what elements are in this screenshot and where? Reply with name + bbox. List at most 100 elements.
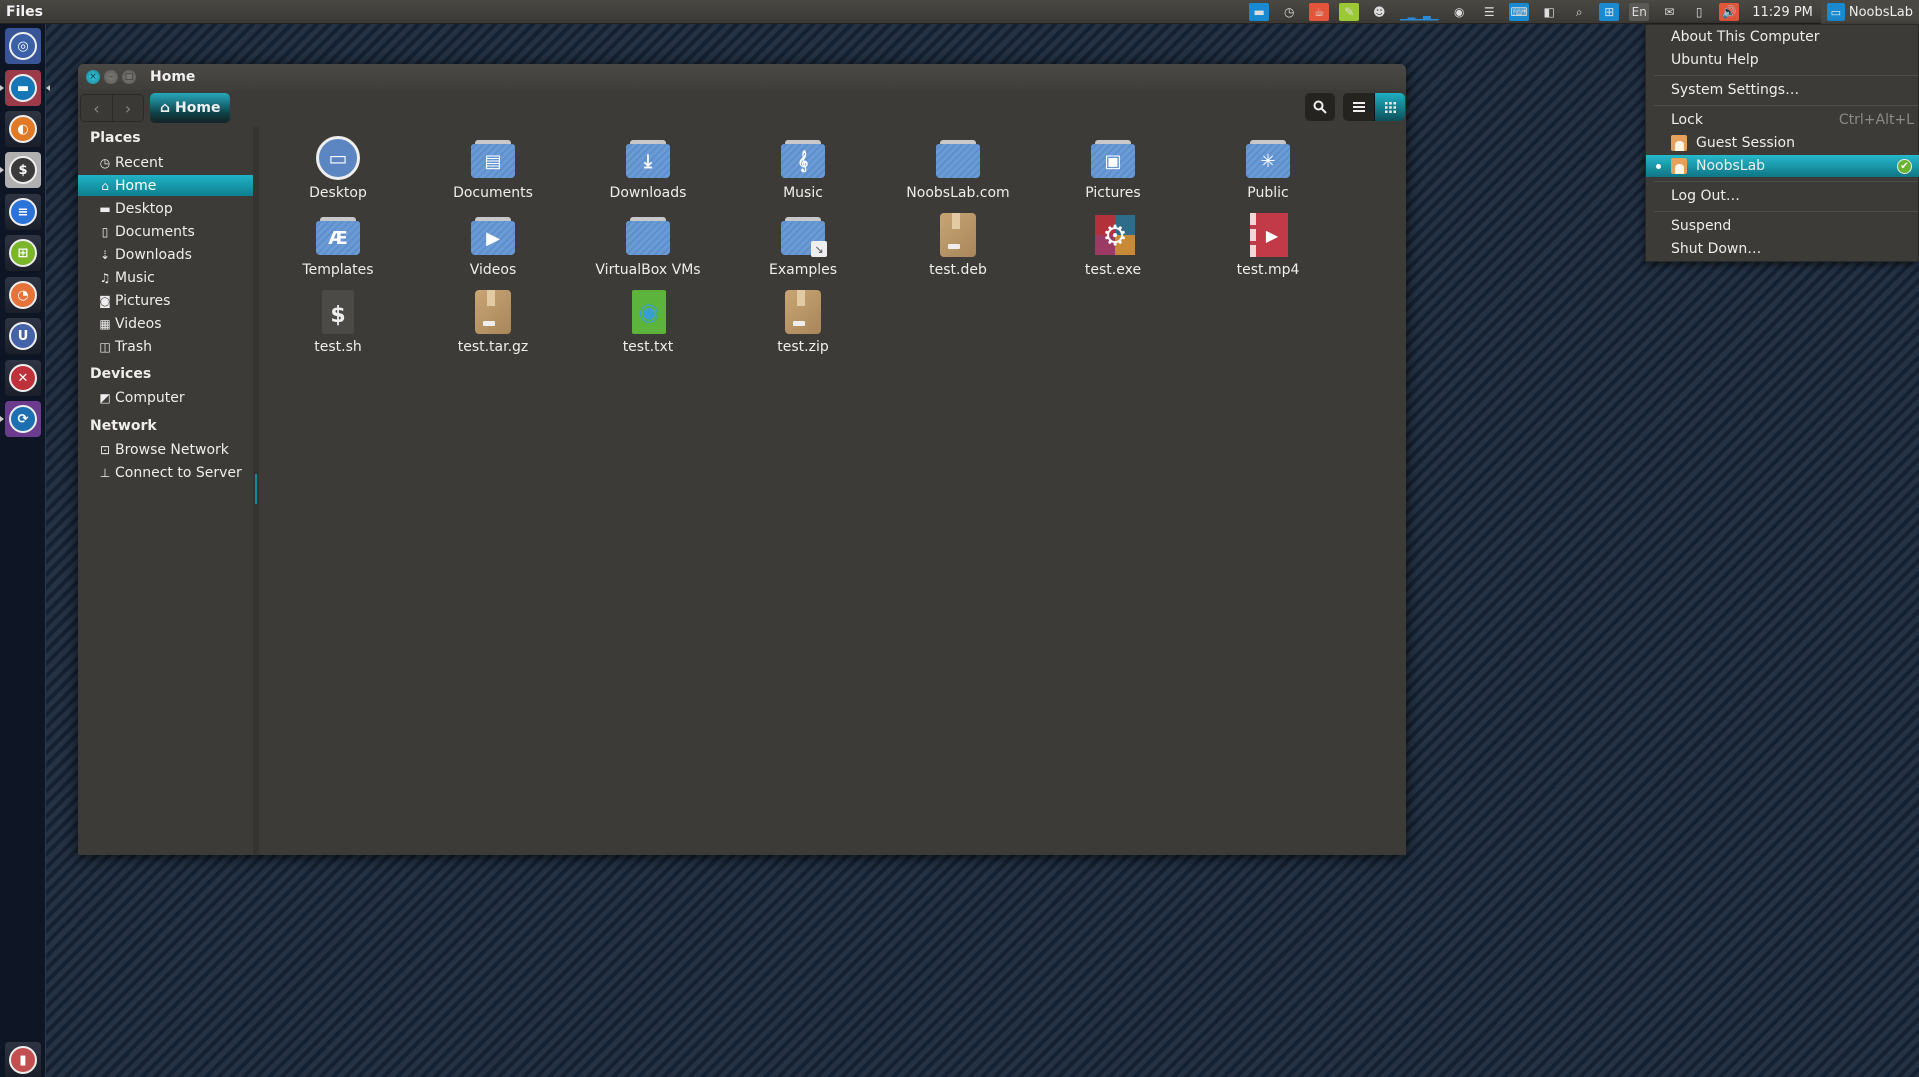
- video-file-icon: ▶: [1250, 213, 1288, 257]
- file-label: test.tar.gz: [457, 339, 529, 355]
- indicator-eye-indicator[interactable]: ◉: [1444, 0, 1474, 24]
- file-item[interactable]: 𝄞 Music: [733, 134, 873, 201]
- launcher-item-update-manager[interactable]: ⟳: [0, 401, 41, 437]
- sidebar-item-videos[interactable]: ▦ Videos: [78, 313, 253, 334]
- launcher-item-calc-app[interactable]: ⊞: [5, 235, 41, 271]
- file-item[interactable]: ↘ Examples: [733, 211, 873, 278]
- indicator-sound-indicator[interactable]: 🔊: [1714, 0, 1744, 24]
- sidebar-item-downloads[interactable]: ⇣ Downloads: [78, 244, 253, 265]
- folder-emblem: ▣: [1091, 144, 1135, 178]
- file-item[interactable]: Æ Templates: [268, 211, 408, 278]
- maximize-button[interactable]: □: [122, 70, 136, 84]
- system-monitor-graph-icon: ▁▂▁▃▁: [1399, 10, 1439, 21]
- launcher-item-dash-home[interactable]: ◎: [5, 28, 41, 64]
- indicator-menu-list-indicator[interactable]: ☰: [1474, 0, 1504, 24]
- file-item[interactable]: ▣ Pictures: [1043, 134, 1183, 201]
- forward-button[interactable]: ›: [112, 95, 143, 121]
- indicator-pidgin-indicator[interactable]: ☻: [1364, 0, 1394, 24]
- launcher-item-software-center[interactable]: U: [5, 318, 41, 354]
- indicator-search-indicator[interactable]: ⌕: [1564, 0, 1594, 24]
- indicator-clock-indicator[interactable]: ◷: [1274, 0, 1304, 24]
- launcher-item-terminal-app[interactable]: $: [0, 152, 41, 188]
- indicator-system-monitor-graph[interactable]: ▁▂▁▃▁: [1394, 0, 1444, 24]
- menu-item-guest-session[interactable]: Guest Session: [1646, 132, 1919, 154]
- file-label: test.txt: [622, 339, 674, 355]
- close-button[interactable]: ×: [86, 70, 100, 84]
- indicator-battery-indicator[interactable]: ▯: [1684, 0, 1714, 24]
- launcher-item-system-settings[interactable]: ✕: [5, 360, 41, 396]
- launcher-item-trash[interactable]: ▮: [5, 1042, 41, 1077]
- file-icon-wrapper: $: [314, 288, 362, 336]
- sidebar-scrollbar[interactable]: [255, 474, 257, 504]
- indicator-notes-indicator[interactable]: ✎: [1334, 0, 1364, 24]
- sidebar-item-home[interactable]: ⌂ Home: [78, 175, 253, 196]
- sidebar-item-pictures[interactable]: ◙ Pictures: [78, 290, 253, 311]
- launcher-item-writer-app[interactable]: ≡: [5, 194, 41, 230]
- folder-icon: ✳: [1246, 140, 1290, 178]
- file-item[interactable]: test.zip: [733, 288, 873, 355]
- indicator-network-indicator[interactable]: ⊞: [1594, 0, 1624, 24]
- menu-item-log-out[interactable]: Log Out…: [1646, 185, 1919, 207]
- indicator-files-indicator[interactable]: ▬: [1244, 0, 1274, 24]
- sidebar-item-desktop[interactable]: ▬ Desktop: [78, 198, 253, 219]
- home-icon: ⌂: [160, 100, 171, 116]
- path-bar-home-button[interactable]: ⌂ Home: [150, 93, 231, 123]
- folder-link-icon: ↘: [781, 217, 827, 257]
- file-item[interactable]: ▤ Documents: [423, 134, 563, 201]
- menu-item-shut-down[interactable]: Shut Down…: [1646, 238, 1919, 260]
- network-icon: ⊡: [99, 442, 111, 457]
- sidebar-item-documents[interactable]: ▯ Documents: [78, 221, 253, 242]
- launcher-item-firefox-app[interactable]: ◐: [5, 111, 41, 147]
- search-button[interactable]: [1305, 93, 1335, 121]
- clock-indicator[interactable]: 11:29 PM: [1744, 5, 1821, 20]
- camera-icon: ◙: [99, 293, 111, 308]
- file-item[interactable]: ✳ Public: [1198, 134, 1338, 201]
- back-button[interactable]: ‹: [81, 95, 112, 121]
- menu-item-noobslab[interactable]: NoobsLab ✔: [1646, 155, 1919, 177]
- disk-indicator-icon: ◧: [1543, 5, 1555, 19]
- file-item[interactable]: ◉ test.txt: [578, 288, 718, 355]
- sidebar-item-recent[interactable]: ◷ Recent: [78, 152, 253, 173]
- user-indicator[interactable]: ▭ NoobsLab: [1820, 0, 1919, 24]
- list-view-button[interactable]: [1343, 93, 1374, 121]
- menu-item-suspend[interactable]: Suspend: [1646, 215, 1919, 237]
- zip-archive-icon: [785, 290, 821, 334]
- menu-item-about-this-computer[interactable]: About This Computer: [1646, 26, 1919, 48]
- file-item[interactable]: test.tar.gz: [423, 288, 563, 355]
- folder-emblem: [626, 221, 670, 255]
- sidebar-item-browse-network[interactable]: ⊡ Browse Network: [78, 439, 253, 460]
- sidebar-item-trash[interactable]: ◫ Trash: [78, 336, 253, 357]
- launcher-item-files-app[interactable]: ▬: [0, 70, 50, 106]
- menu-item-ubuntu-help[interactable]: Ubuntu Help: [1646, 49, 1919, 71]
- file-item[interactable]: ▶ test.mp4: [1198, 211, 1338, 278]
- indicator-disk-indicator[interactable]: ◧: [1534, 0, 1564, 24]
- sidebar-item-connect-to-server[interactable]: ⊥ Connect to Server: [78, 462, 253, 483]
- file-item[interactable]: VirtualBox VMs: [578, 211, 718, 278]
- file-item[interactable]: ⤓ Downloads: [578, 134, 718, 201]
- indicator-caffeine-indicator[interactable]: ☕: [1304, 0, 1334, 24]
- title-bar[interactable]: × – □ Home: [78, 64, 1406, 90]
- sidebar-item-music[interactable]: ♫ Music: [78, 267, 253, 288]
- file-item[interactable]: ▭ Desktop: [268, 134, 408, 201]
- minimize-button[interactable]: –: [104, 70, 118, 84]
- indicator-mail-indicator[interactable]: ✉: [1654, 0, 1684, 24]
- file-item[interactable]: ⚙ test.exe: [1043, 211, 1183, 278]
- launcher-item-impress-app[interactable]: ◔: [5, 277, 41, 313]
- file-item[interactable]: NoobsLab.com: [888, 134, 1028, 201]
- window-title: Home: [150, 69, 196, 85]
- folder-icon: ▤: [471, 140, 515, 178]
- file-icon-wrapper: ✳: [1244, 134, 1292, 182]
- indicator-language-indicator[interactable]: En: [1624, 0, 1654, 24]
- sidebar-item-computer[interactable]: ◩ Computer: [78, 387, 253, 408]
- file-item[interactable]: test.deb: [888, 211, 1028, 278]
- caffeine-indicator-icon: ☕: [1309, 3, 1330, 21]
- menu-item-system-settings[interactable]: System Settings…: [1646, 79, 1919, 101]
- file-label: Templates: [302, 262, 374, 278]
- menu-item-lock[interactable]: Lock Ctrl+Alt+L: [1646, 109, 1919, 131]
- symlink-arrow-icon: ↘: [811, 241, 827, 257]
- grid-view-button[interactable]: [1374, 93, 1405, 121]
- sidebar-item-label: Pictures: [115, 292, 171, 309]
- file-item[interactable]: ▶ Videos: [423, 211, 563, 278]
- file-item[interactable]: $ test.sh: [268, 288, 408, 355]
- indicator-keyboard-indicator[interactable]: ⌨: [1504, 0, 1534, 24]
